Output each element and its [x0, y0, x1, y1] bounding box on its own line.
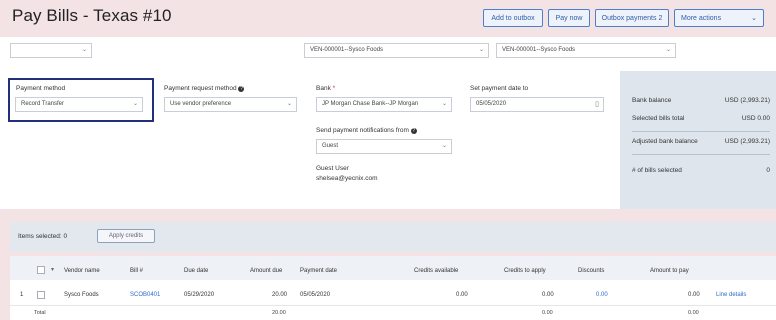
- row-amount-to-pay[interactable]: 0.00: [688, 292, 700, 298]
- summary-divider: [632, 131, 770, 132]
- table-row: [10, 283, 776, 306]
- payment-request-method-label: Payment request method ?: [164, 85, 245, 92]
- col-discounts[interactable]: Discounts: [578, 268, 604, 274]
- chevron-down-icon: ⌄: [132, 101, 138, 107]
- row-bill-link[interactable]: SCOB0401: [130, 292, 160, 298]
- vendor-to-value: VEN-000001--Sysco Foods: [502, 47, 576, 53]
- col-vendor-name[interactable]: Vendor name: [64, 268, 100, 274]
- payment-method-value: Record Transfer: [21, 101, 65, 107]
- items-selected-label: Items selected: 0: [18, 233, 68, 240]
- help-icon[interactable]: ?: [410, 128, 417, 134]
- pay-now-button[interactable]: Pay now: [548, 9, 590, 27]
- vendor-filter-select-from[interactable]: VEN-000001--Sysco Foods ⌄: [304, 43, 489, 58]
- row-line-details-link[interactable]: Line details: [716, 292, 746, 298]
- more-actions-label: More actions: [681, 15, 722, 22]
- more-actions-button[interactable]: More actions ⌄: [674, 9, 764, 27]
- payment-request-method-select[interactable]: Use vendor preference ⌄: [164, 97, 297, 112]
- col-credits-to-apply[interactable]: Credits to apply: [504, 268, 546, 274]
- bank-value: JP Morgan Chase Bank--JP Morgan: [322, 101, 419, 107]
- notify-from-select[interactable]: Guest ⌄: [316, 139, 452, 154]
- notify-from-label: Send payment notifications from ?: [316, 127, 417, 134]
- outbox-payments-button[interactable]: Outbox payments 2: [595, 9, 669, 27]
- chevron-down-icon: ⌄: [286, 101, 292, 107]
- col-due-date[interactable]: Due date: [184, 268, 208, 274]
- help-icon[interactable]: ?: [238, 86, 245, 92]
- bank-label: Bank *: [316, 85, 335, 92]
- summary-divider: [632, 154, 770, 155]
- select-all-checkbox[interactable]: [37, 266, 45, 274]
- bank-balance-row: Bank balance USD (2,993.21): [632, 97, 770, 104]
- row-amount-due: 20.00: [272, 292, 288, 298]
- adjusted-balance-label: Adjusted bank balance: [632, 138, 698, 145]
- required-marker: *: [332, 85, 336, 92]
- chevron-down-icon: ⌄: [441, 143, 447, 149]
- row-discounts[interactable]: 0.00: [596, 292, 608, 298]
- guest-email: shelsea@yecnix.com: [316, 175, 378, 182]
- adjusted-balance-value: USD (2,993.21): [724, 138, 770, 145]
- notify-from-value: Guest: [322, 143, 339, 149]
- row-vendor-name: Sysco Foods: [64, 292, 99, 298]
- row-number: 1: [20, 292, 24, 298]
- row-payment-date[interactable]: 05/05/2020: [300, 292, 330, 298]
- total-label: Total: [34, 310, 46, 316]
- page-title: Pay Bills - Texas #10: [12, 6, 172, 25]
- col-amount-to-pay[interactable]: Amount to pay: [650, 268, 689, 274]
- vendor-filter-select-to[interactable]: VEN-000001--Sysco Foods ⌄: [496, 43, 676, 58]
- chevron-down-icon[interactable]: ▾: [51, 266, 54, 273]
- bills-count-value: 0: [766, 167, 770, 174]
- bank-select[interactable]: JP Morgan Chase Bank--JP Morgan ⌄: [316, 97, 452, 112]
- chevron-down-icon: ⌄: [665, 47, 671, 53]
- payment-date-input[interactable]: 05/05/2020 ▯: [470, 97, 604, 112]
- add-to-outbox-button[interactable]: Add to outbox: [483, 9, 543, 27]
- guest-name: Guest User: [316, 165, 349, 172]
- bank-balance-value: USD (2,993.21): [724, 97, 770, 104]
- row-due-date: 05/29/2020: [184, 292, 215, 298]
- col-bill-number[interactable]: Bill #: [130, 268, 143, 274]
- chevron-down-icon: ⌄: [751, 15, 757, 22]
- payment-request-method-text: Payment request method: [164, 85, 237, 92]
- payment-date-value: 05/05/2020: [476, 101, 507, 107]
- row-credits-available: 0.00: [456, 292, 468, 298]
- selected-bills-row: Selected bills total USD 0.00: [632, 115, 770, 122]
- col-amount-due[interactable]: Amount due: [250, 268, 282, 274]
- filter-select-first[interactable]: ⌄: [10, 43, 92, 58]
- bank-balance-label: Bank balance: [632, 97, 672, 104]
- payment-method-select[interactable]: Record Transfer ⌄: [15, 97, 143, 112]
- total-amount-due: 20.00: [272, 310, 286, 316]
- adjusted-balance-row: Adjusted bank balance USD (2,993.21): [632, 138, 770, 145]
- total-credits-to-apply: 0.00: [542, 310, 553, 316]
- chevron-down-icon: ⌄: [478, 47, 484, 53]
- payment-request-method-value: Use vendor preference: [170, 101, 232, 107]
- selected-bills-label: Selected bills total: [632, 115, 685, 122]
- row-credits-to-apply[interactable]: 0.00: [542, 292, 554, 298]
- payment-method-label: Payment method: [16, 85, 66, 92]
- vendor-from-value: VEN-000001--Sysco Foods: [310, 47, 384, 53]
- chevron-down-icon: ⌄: [81, 47, 87, 53]
- chevron-down-icon: ⌄: [441, 101, 447, 107]
- row-checkbox[interactable]: [37, 291, 45, 299]
- bills-count-label: # of bills selected: [632, 167, 682, 174]
- selected-bills-value: USD 0.00: [741, 115, 770, 122]
- notify-from-text: Send payment notifications from: [316, 127, 409, 134]
- col-payment-date[interactable]: Payment date: [300, 268, 337, 274]
- payment-date-label: Set payment date to: [470, 85, 529, 92]
- bank-label-text: Bank: [316, 85, 331, 92]
- bills-count-row: # of bills selected 0: [632, 167, 770, 174]
- col-credits-available[interactable]: Credits available: [414, 268, 458, 274]
- calendar-icon[interactable]: ▯: [595, 98, 599, 111]
- total-amount-to-pay: 0.00: [688, 310, 699, 316]
- bank-summary-panel: Bank balance USD (2,993.21) Selected bil…: [620, 71, 776, 209]
- apply-credits-button[interactable]: Apply credits: [97, 229, 155, 243]
